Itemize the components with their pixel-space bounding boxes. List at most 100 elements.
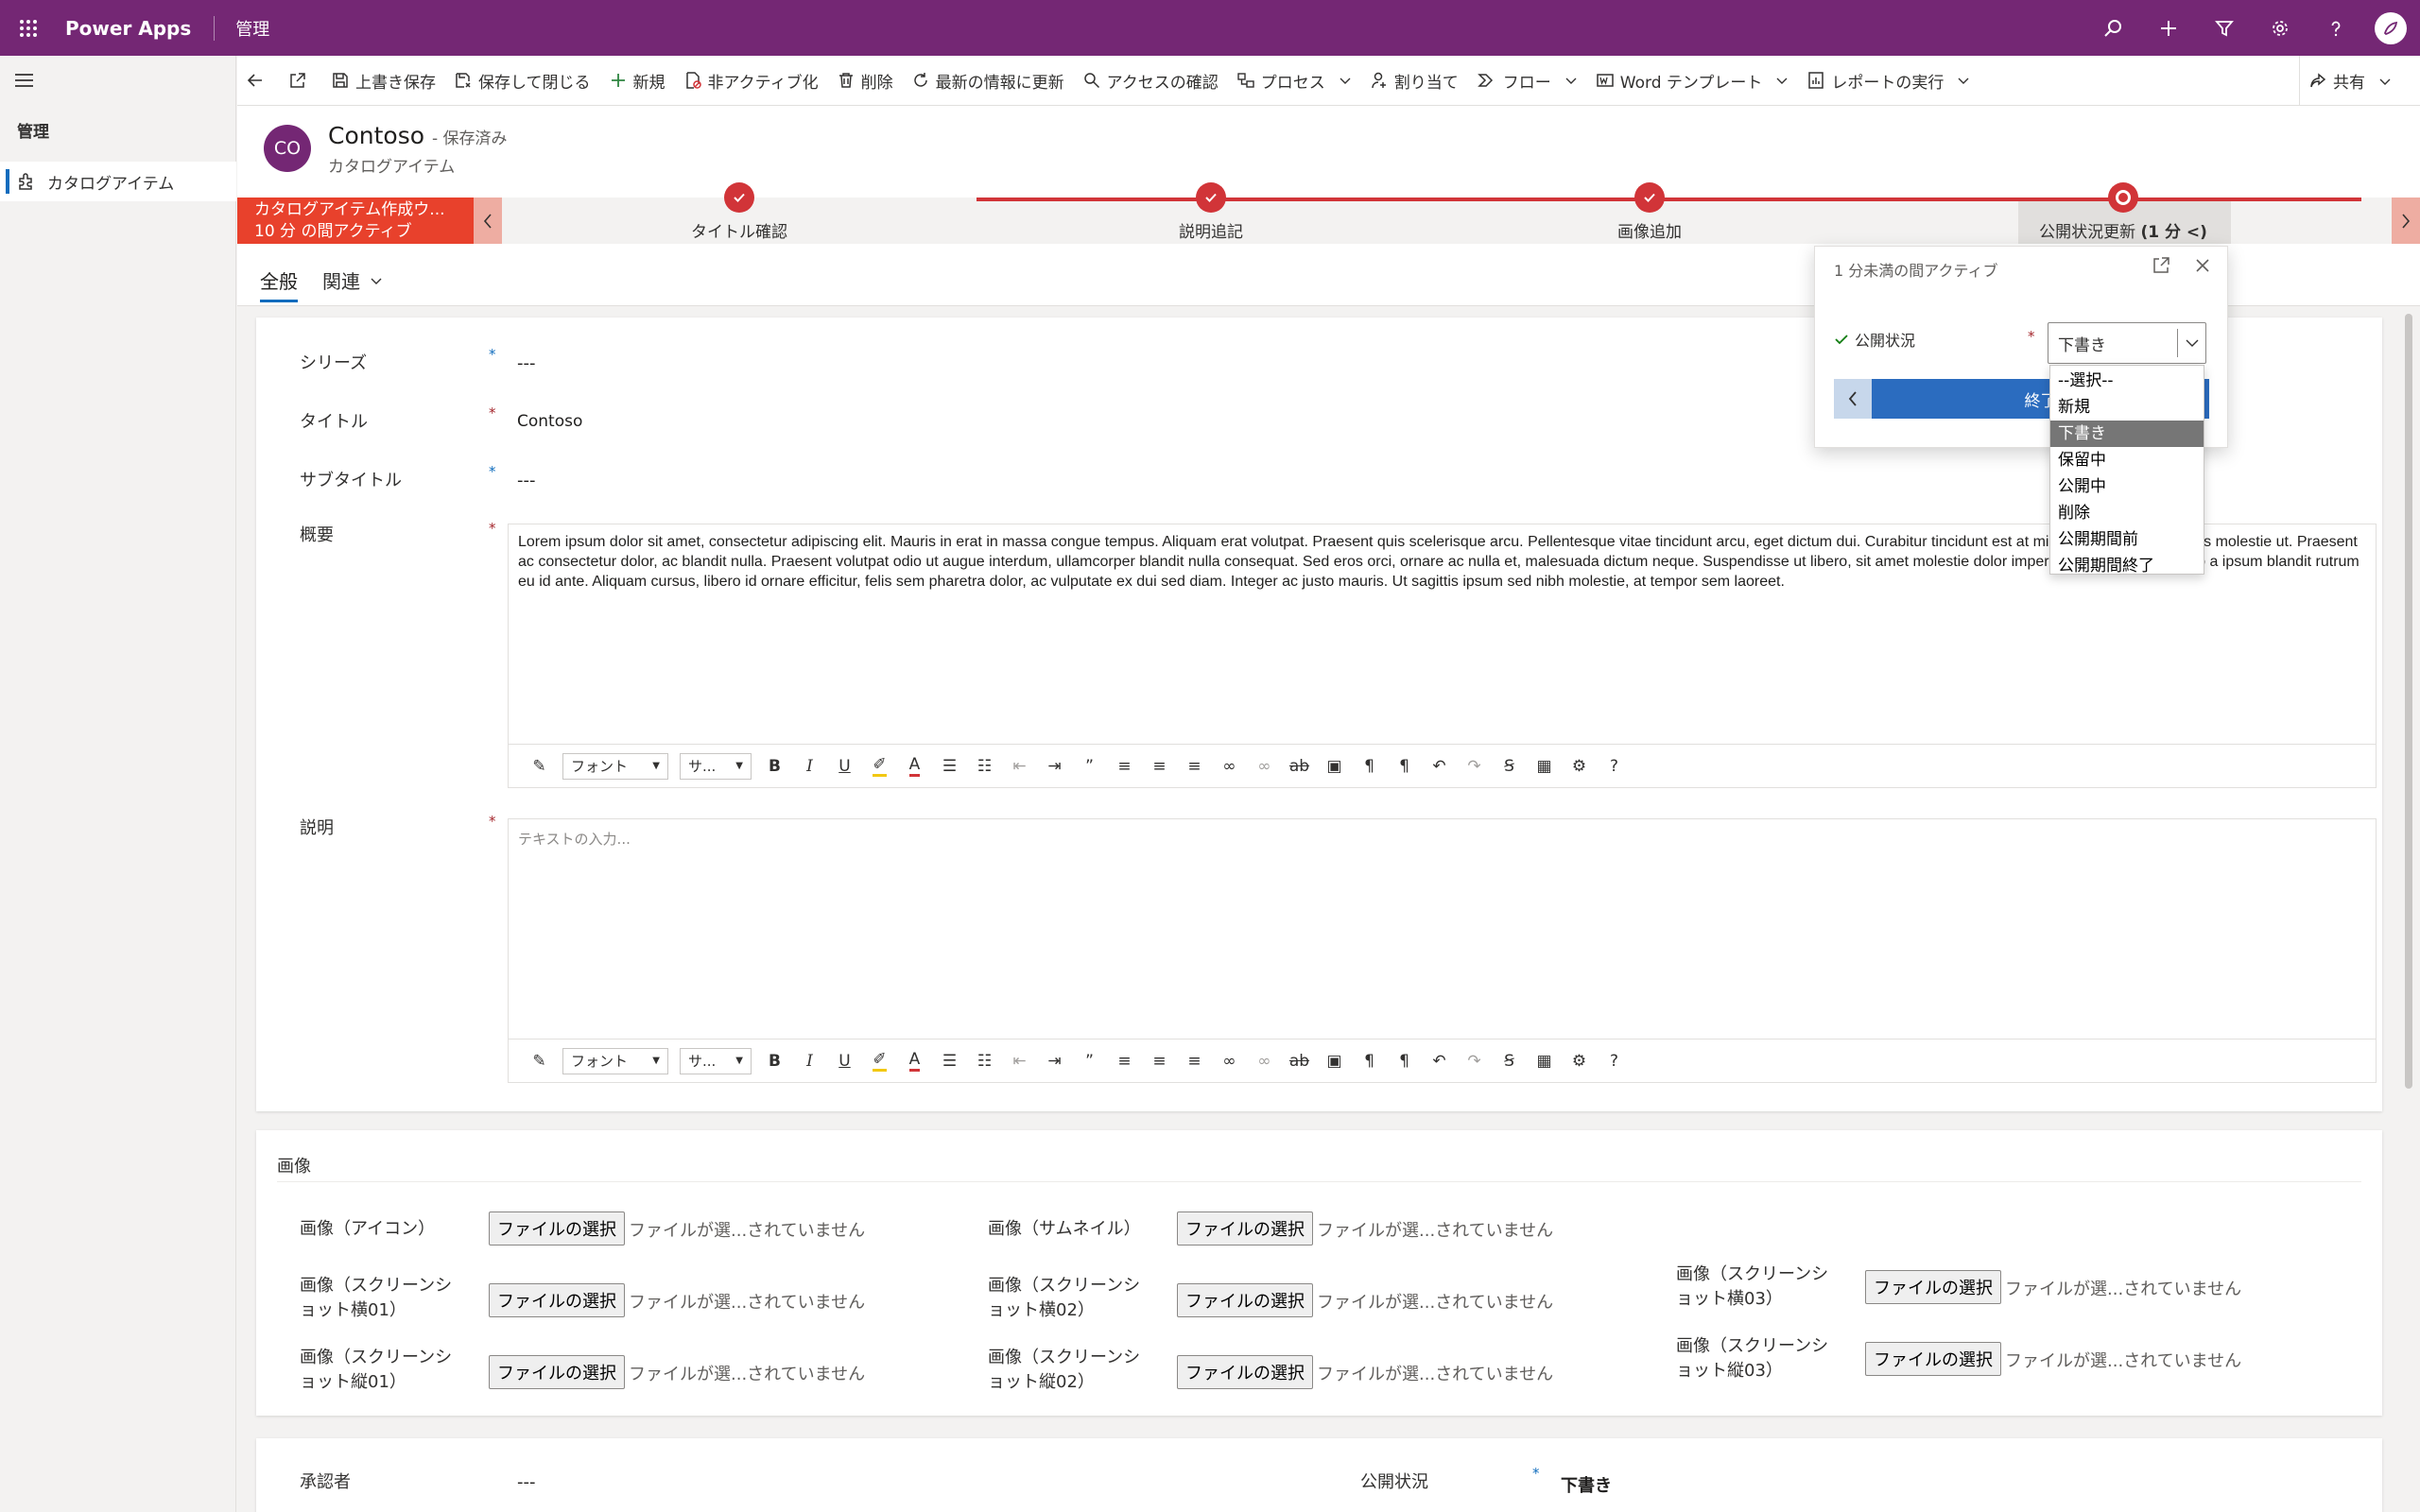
dropdown-option-selected[interactable]: 下書き bbox=[2050, 421, 2204, 447]
table-icon[interactable]: ▦ bbox=[1527, 1047, 1562, 1075]
previous-stage-button[interactable] bbox=[1834, 379, 1872, 419]
check-access-button[interactable]: アクセスの確認 bbox=[1074, 56, 1228, 106]
share-button[interactable]: 共有 bbox=[2290, 56, 2401, 106]
format-painter-icon[interactable]: ✎ bbox=[522, 1047, 557, 1075]
decrease-indent-icon[interactable]: ⇤ bbox=[1002, 752, 1037, 781]
stage-active-target-icon[interactable] bbox=[2108, 182, 2138, 213]
decrease-indent-icon[interactable]: ⇤ bbox=[1002, 1047, 1037, 1075]
bold-icon[interactable]: B bbox=[757, 752, 792, 781]
ltr-icon[interactable]: ¶ bbox=[1352, 1047, 1387, 1075]
approver-value[interactable]: --- bbox=[517, 1472, 536, 1492]
series-value[interactable]: --- bbox=[517, 353, 536, 373]
gear-icon[interactable] bbox=[2252, 0, 2308, 56]
process-button[interactable]: プロセス bbox=[1228, 56, 1361, 106]
choose-file-button[interactable]: ファイルの選択 bbox=[1865, 1270, 2001, 1304]
chevron-down-icon[interactable] bbox=[2177, 329, 2205, 357]
clear-format-icon[interactable]: Ꞩ bbox=[1492, 752, 1527, 781]
bullet-list-icon[interactable]: ☰ bbox=[932, 1047, 967, 1075]
undo-icon[interactable]: ↶ bbox=[1422, 1047, 1457, 1075]
ltr-icon[interactable]: ¶ bbox=[1352, 752, 1387, 781]
description-editor[interactable]: テキストの入力... ✎ フォント ▼ サ... ▼ B I U ✐ A ☰ ☷ ⇤… bbox=[508, 818, 2377, 1083]
tab-related[interactable]: 関連 bbox=[322, 266, 383, 294]
font-color-icon[interactable]: A bbox=[897, 1047, 932, 1075]
numbered-list-icon[interactable]: ☷ bbox=[967, 1047, 1002, 1075]
flow-button[interactable]: フロー bbox=[1468, 56, 1587, 106]
undo-icon[interactable]: ↶ bbox=[1422, 752, 1457, 781]
help-icon[interactable]: ? bbox=[1597, 752, 1632, 781]
increase-indent-icon[interactable]: ⇥ bbox=[1037, 752, 1072, 781]
align-right-icon[interactable]: ≡ bbox=[1177, 1047, 1212, 1075]
unlink-icon[interactable]: ∞ bbox=[1247, 1047, 1282, 1075]
redo-icon[interactable]: ↷ bbox=[1457, 1047, 1492, 1075]
app-name[interactable]: Power Apps bbox=[65, 17, 191, 40]
sidebar-item-catalog-items[interactable]: カタログアイテム bbox=[0, 162, 236, 201]
font-size-select[interactable]: サ... ▼ bbox=[680, 1047, 752, 1074]
rtl-icon[interactable]: ¶ bbox=[1387, 1047, 1422, 1075]
scrollbar[interactable] bbox=[2405, 314, 2412, 1089]
deactivate-button[interactable]: 非アクティブ化 bbox=[675, 56, 828, 106]
clear-format-icon[interactable]: Ꞩ bbox=[1492, 1047, 1527, 1075]
align-center-icon[interactable]: ≡ bbox=[1142, 752, 1177, 781]
bullet-list-icon[interactable]: ☰ bbox=[932, 752, 967, 781]
bold-icon[interactable]: B bbox=[757, 1047, 792, 1075]
open-new-window-button[interactable] bbox=[280, 56, 322, 106]
align-left-icon[interactable]: ≡ bbox=[1107, 752, 1142, 781]
app-launcher-icon[interactable] bbox=[0, 0, 56, 56]
unlink-icon[interactable]: ∞ bbox=[1247, 752, 1282, 781]
delete-button[interactable]: 削除 bbox=[828, 56, 903, 106]
stage-publish-status[interactable]: 公開状況更新 (1 分 <) bbox=[2039, 218, 2207, 242]
choose-file-button[interactable]: ファイルの選択 bbox=[489, 1283, 625, 1317]
gear-icon[interactable]: ⚙ bbox=[1562, 752, 1597, 781]
stage-description[interactable]: 説明追記 bbox=[1179, 218, 1243, 242]
publish-status-select[interactable]: 下書き bbox=[2048, 322, 2206, 364]
refresh-button[interactable]: 最新の情報に更新 bbox=[903, 56, 1074, 106]
dropdown-option[interactable]: 新規 bbox=[2050, 394, 2204, 421]
title-value[interactable]: Contoso bbox=[517, 412, 582, 431]
redo-icon[interactable]: ↷ bbox=[1457, 752, 1492, 781]
help-icon[interactable] bbox=[2308, 0, 2363, 56]
bpf-next-button[interactable] bbox=[2392, 198, 2420, 244]
italic-icon[interactable]: I bbox=[792, 1047, 827, 1075]
link-icon[interactable]: ∞ bbox=[1212, 752, 1247, 781]
underline-icon[interactable]: U bbox=[827, 1047, 862, 1075]
gear-icon[interactable]: ⚙ bbox=[1562, 1047, 1597, 1075]
save-and-close-button[interactable]: 保存して閉じる bbox=[445, 56, 600, 106]
choose-file-button[interactable]: ファイルの選択 bbox=[1865, 1342, 2001, 1376]
highlight-icon[interactable]: ✐ bbox=[862, 1047, 897, 1075]
dropdown-option[interactable]: 削除 bbox=[2050, 500, 2204, 526]
table-icon[interactable]: ▦ bbox=[1527, 752, 1562, 781]
area-name[interactable]: 管理 bbox=[235, 16, 269, 41]
publish-status-value[interactable]: 下書き bbox=[1561, 1472, 1612, 1497]
align-center-icon[interactable]: ≡ bbox=[1142, 1047, 1177, 1075]
format-painter-icon[interactable]: ✎ bbox=[522, 752, 557, 781]
run-report-button[interactable]: レポートの実行 bbox=[1798, 56, 1979, 106]
align-left-icon[interactable]: ≡ bbox=[1107, 1047, 1142, 1075]
strikethrough-icon[interactable]: ab bbox=[1282, 752, 1317, 781]
italic-icon[interactable]: I bbox=[792, 752, 827, 781]
font-select[interactable]: フォント ▼ bbox=[562, 1047, 668, 1074]
avatar-icon[interactable] bbox=[2375, 11, 2407, 44]
dropdown-option[interactable]: 保留中 bbox=[2050, 447, 2204, 473]
font-size-select[interactable]: サ... ▼ bbox=[680, 752, 752, 780]
stage-complete-check-icon[interactable] bbox=[724, 182, 754, 213]
choose-file-button[interactable]: ファイルの選択 bbox=[489, 1355, 625, 1389]
dropdown-option[interactable]: 公開中 bbox=[2050, 473, 2204, 500]
increase-indent-icon[interactable]: ⇥ bbox=[1037, 1047, 1072, 1075]
hamburger-menu-icon[interactable] bbox=[13, 71, 36, 90]
tab-general[interactable]: 全般 bbox=[260, 266, 298, 294]
dropdown-option[interactable]: --選択-- bbox=[2050, 368, 2204, 394]
choose-file-button[interactable]: ファイルの選択 bbox=[1177, 1211, 1313, 1246]
popout-icon[interactable] bbox=[2152, 256, 2170, 275]
assign-button[interactable]: 割り当て bbox=[1361, 56, 1468, 106]
align-right-icon[interactable]: ≡ bbox=[1177, 752, 1212, 781]
description-placeholder[interactable]: テキストの入力... bbox=[509, 819, 2376, 1037]
strikethrough-icon[interactable]: ab bbox=[1282, 1047, 1317, 1075]
rtl-icon[interactable]: ¶ bbox=[1387, 752, 1422, 781]
new-button[interactable]: 新規 bbox=[600, 56, 675, 106]
link-icon[interactable]: ∞ bbox=[1212, 1047, 1247, 1075]
subtitle-value[interactable]: --- bbox=[517, 471, 536, 490]
dropdown-option[interactable]: 公開期間終了 bbox=[2050, 553, 2204, 579]
dropdown-option[interactable]: 公開期間前 bbox=[2050, 526, 2204, 553]
stage-title-confirm[interactable]: タイトル確認 bbox=[691, 218, 787, 242]
save-button[interactable]: 上書き保存 bbox=[322, 56, 445, 106]
